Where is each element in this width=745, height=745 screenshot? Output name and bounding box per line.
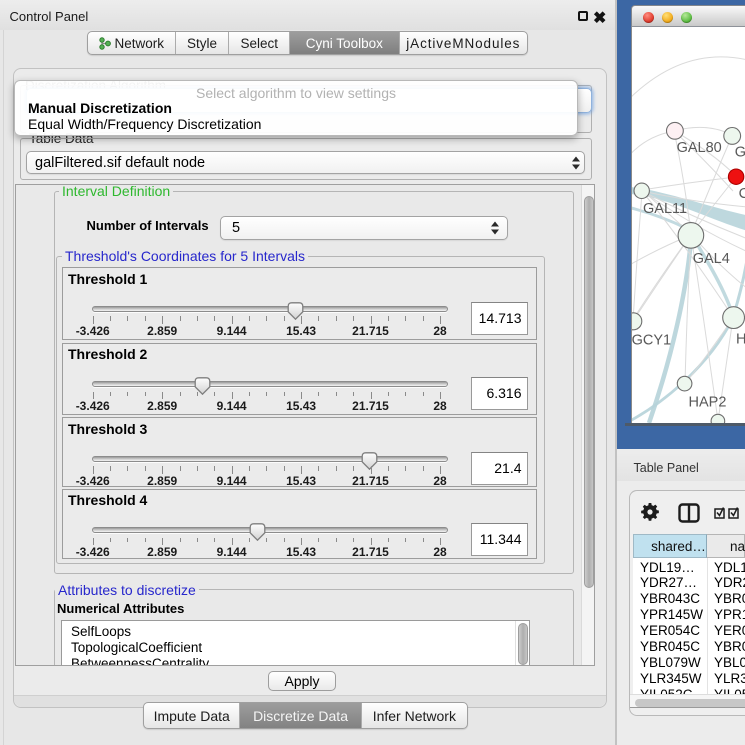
svg-text:HM: HM <box>736 332 745 348</box>
svg-text:GAL11: GAL11 <box>643 201 687 217</box>
svg-text:CY: CY <box>739 186 745 202</box>
svg-text:GAL4: GAL4 <box>693 251 730 267</box>
svg-text:GCY1: GCY1 <box>632 333 671 349</box>
svg-text:HAP2: HAP2 <box>689 395 727 411</box>
svg-text:GA: GA <box>735 144 745 160</box>
svg-text:GAL80: GAL80 <box>677 140 722 156</box>
